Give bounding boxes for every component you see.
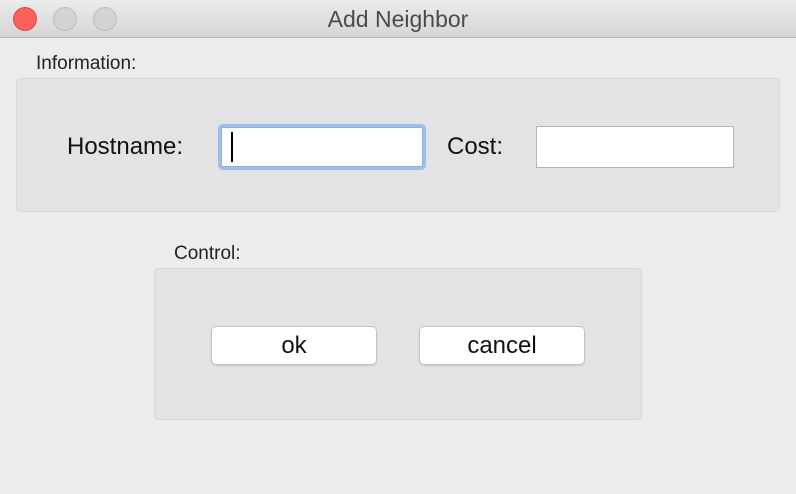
title-bar[interactable]: Add Neighbor bbox=[0, 0, 796, 38]
control-group: ok cancel bbox=[154, 268, 642, 420]
ok-button[interactable]: ok bbox=[211, 326, 377, 365]
cost-input[interactable] bbox=[536, 126, 734, 168]
hostname-label: Hostname: bbox=[67, 133, 184, 160]
cancel-button[interactable]: cancel bbox=[419, 326, 585, 365]
text-caret bbox=[231, 132, 233, 162]
window-title: Add Neighbor bbox=[327, 6, 469, 32]
cost-label: Cost: bbox=[447, 133, 504, 160]
information-group-label: Information: bbox=[36, 53, 137, 74]
information-group: Hostname: Cost: bbox=[16, 78, 780, 212]
control-group-label: Control: bbox=[174, 243, 241, 264]
hostname-input[interactable] bbox=[221, 127, 423, 167]
add-neighbor-window: Add Neighbor Information: Hostname: Cost… bbox=[0, 0, 796, 494]
